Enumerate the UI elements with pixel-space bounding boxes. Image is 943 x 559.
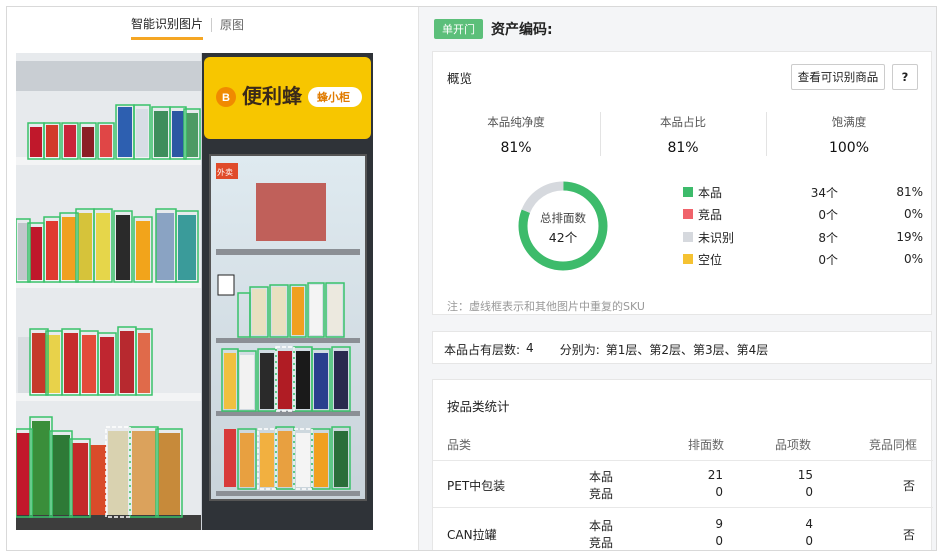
shelf-row-3 [18, 331, 150, 393]
legend-pct: 81% [896, 185, 923, 199]
facings-donut-chart [518, 181, 608, 271]
category-title: 按品类统计 [447, 399, 510, 414]
legend-own: 本品 34个 81% [683, 182, 923, 202]
dashed-box-note: 注：虚线框表示和其他图片中重复的SKU [447, 300, 645, 313]
stat-purity-label: 本品纯净度 [487, 115, 545, 129]
stat-share-value: 81% [667, 140, 699, 156]
legend-competitor: 竞品 0个 0% [683, 204, 923, 224]
legend-name: 本品 [698, 185, 723, 200]
col-header-category: 品类 [447, 438, 472, 452]
door-type-badge: 单开门 [434, 19, 483, 39]
image-panel: 智能识别图片 原图 B 便利蜂 蜂小柜 外卖 [7, 7, 419, 550]
row-competitor-same-frame: 否 [903, 479, 916, 493]
tab-divider [211, 17, 213, 32]
donut-value: 42个 [548, 230, 578, 245]
help-button[interactable]: ? [892, 64, 918, 90]
col-header-sku-count: 品项数 [775, 438, 812, 452]
app-frame: 智能识别图片 原图 B 便利蜂 蜂小柜 外卖 单开门 资产编码: 概览 查看可识… [6, 6, 937, 551]
tab-original-image[interactable]: 原图 [220, 16, 244, 39]
legend-empty: 空位 0个 0% [683, 249, 923, 269]
legend-name: 未识别 [698, 230, 735, 245]
legend-unrecognized: 未识别 8个 19% [683, 227, 923, 247]
legend-pct: 19% [896, 230, 923, 244]
legend-swatch [683, 209, 693, 219]
brand-tag: 蜂小柜 [317, 90, 350, 104]
image-tabs: 智能识别图片 原图 [131, 15, 244, 40]
legend-count: 34个 [810, 185, 838, 200]
table-divider [433, 460, 933, 461]
legend-count: 0个 [818, 252, 838, 267]
layers-card: 本品占有层数: 4 分别为: 第1层、第2层、第3层、第4层 [432, 331, 932, 364]
layers-detail-label: 分别为: [559, 343, 600, 357]
row-competitor-skus: 0 [805, 485, 813, 499]
stat-purity: 本品纯净度 81% [433, 114, 599, 156]
row-competitor-skus: 0 [805, 534, 813, 548]
row-own-label: 本品 [589, 519, 614, 533]
row-own-facings: 9 [715, 517, 723, 531]
legend-swatch [683, 254, 693, 264]
row-competitor-facings: 0 [715, 485, 723, 499]
legend-swatch [683, 187, 693, 197]
view-recognizable-products-button[interactable]: 查看可识别商品 [791, 64, 885, 90]
row-own-skus: 15 [797, 468, 813, 482]
legend-name: 空位 [698, 252, 723, 267]
overview-title: 概览 [447, 71, 473, 86]
stat-share-label: 本品占比 [660, 115, 706, 129]
col-header-facings: 排面数 [688, 438, 725, 452]
legend-count: 8个 [818, 230, 838, 245]
layers-info: 本品占有层数: 4 分别为: 第1层、第2层、第3层、第4层 [444, 341, 774, 358]
shelf-photo: B 便利蜂 蜂小柜 外卖 [16, 53, 373, 530]
stat-fullness-label: 饱满度 [831, 115, 867, 129]
asset-header: 单开门 资产编码: [434, 19, 553, 39]
row-own-skus: 4 [805, 517, 813, 531]
row-own-label: 本品 [589, 470, 614, 484]
row-competitor-label: 竞品 [589, 536, 614, 550]
col-header-competitor-same-frame: 竞品同框 [869, 438, 918, 452]
overview-card: 概览 查看可识别商品 ? 本品纯净度 81% 本品占比 81% 饱满度 100%… [432, 51, 932, 315]
stat-purity-value: 81% [500, 140, 532, 156]
asset-code-label: 资产编码: [491, 22, 553, 38]
layers-label: 本品占有层数: [444, 343, 521, 357]
row-category: PET中包装 [447, 479, 506, 493]
row-own-facings: 21 [707, 468, 723, 482]
brand-name: 便利蜂 [242, 84, 303, 108]
row-competitor-facings: 0 [715, 534, 723, 548]
layers-count: 4 [526, 341, 534, 355]
analysis-panel: 单开门 资产编码: 概览 查看可识别商品 ? 本品纯净度 81% 本品占比 81… [419, 7, 936, 550]
donut-label: 总排面数 [540, 211, 586, 225]
stat-share: 本品占比 81% [600, 114, 766, 156]
category-stats-card: 按品类统计 品类 排面数 品项数 竞品同框 PET中包装 本品 竞品 21 0 … [432, 379, 933, 550]
legend-count: 0个 [818, 207, 838, 222]
tab-recognized-image[interactable]: 智能识别图片 [131, 15, 204, 40]
svg-text:B: B [222, 92, 230, 104]
table-divider [433, 507, 933, 508]
row-category: CAN拉罐 [447, 528, 497, 542]
shelf-photo-graphic: B 便利蜂 蜂小柜 外卖 [16, 53, 373, 530]
fridge-logo: 外卖 [217, 167, 233, 177]
stat-fullness: 饱满度 100% [766, 114, 932, 156]
stat-fullness-value: 100% [828, 140, 870, 156]
layers-detail: 第1层、第2层、第3层、第4层 [605, 343, 769, 357]
legend-swatch [683, 232, 693, 242]
legend-pct: 0% [903, 252, 923, 266]
row-competitor-same-frame: 否 [903, 528, 916, 542]
legend-name: 竞品 [698, 207, 723, 222]
legend-pct: 0% [903, 207, 923, 221]
row-competitor-label: 竞品 [589, 487, 614, 501]
